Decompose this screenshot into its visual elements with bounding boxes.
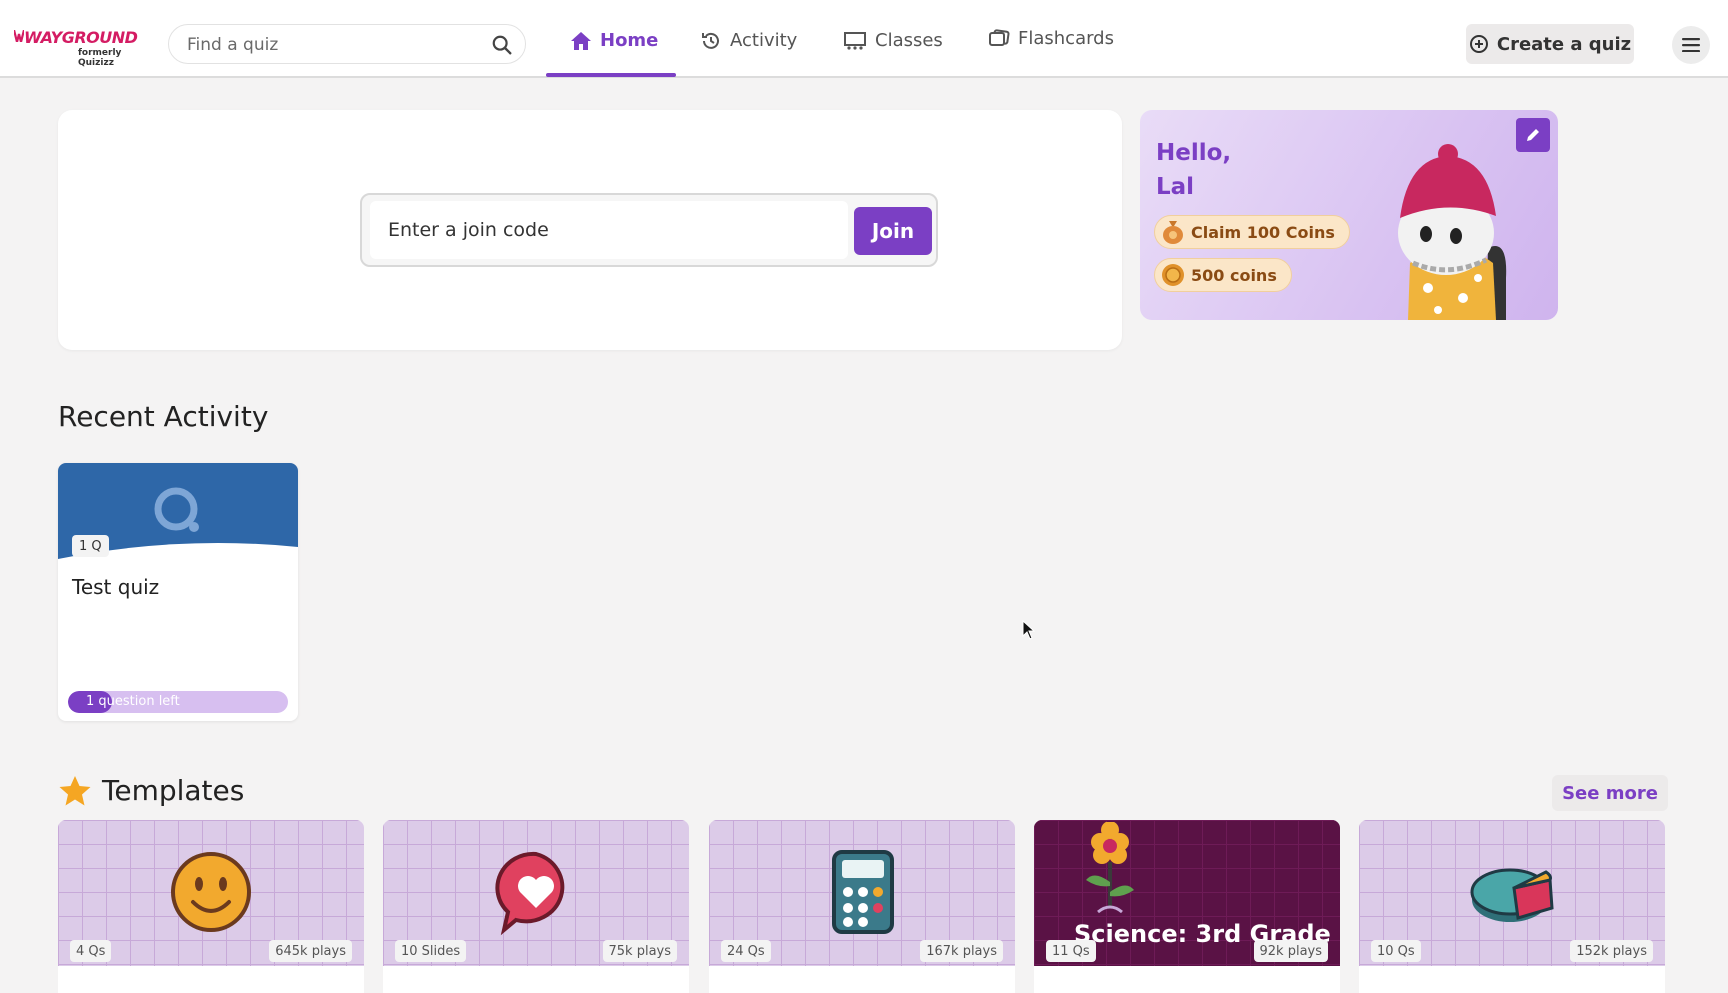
recent-activity-title: Recent Activity [58,400,269,433]
menu-button[interactable] [1672,26,1710,64]
logo-text: WAYGROUND [24,28,138,47]
template-plays-badge: 152k plays [1570,940,1653,962]
tab-activity-label: Activity [730,30,798,51]
see-more-button[interactable]: See more [1552,775,1668,811]
flashcards-icon [989,29,1010,46]
greeting-text: Hello, [1156,140,1232,166]
plus-circle-icon [1469,35,1488,53]
flower-icon [1086,822,1134,914]
template-count-badge: 24 Qs [721,940,771,962]
template-cover: Science: 3rd Grade 11 Qs 92k plays [1034,820,1340,966]
template-card[interactable]: 10 Qs 152k plays [1359,820,1665,993]
calculator-icon [832,850,894,934]
template-count-badge: 4 Qs [70,940,112,962]
logo-subtitle: formerly Quizizz [78,48,122,68]
search-icon[interactable] [491,34,513,56]
template-count-badge: 11 Qs [1046,940,1096,962]
tab-activity[interactable]: Activity [700,26,797,78]
tab-flashcards[interactable]: Flashcards [988,24,1114,76]
template-card[interactable]: 10 Slides 75k plays [383,820,689,993]
create-quiz-label: Create a quiz [1496,33,1632,55]
question-count-badge: 1 Q [72,535,109,557]
logo-mark-icon [14,30,24,42]
template-cover: 10 Slides 75k plays [383,820,689,966]
create-quiz-button[interactable]: Create a quiz [1466,24,1634,64]
quiz-title: Test quiz [72,575,160,599]
coin-balance: 500 coins [1154,258,1292,292]
coin-balance-label: 500 coins [1191,265,1277,285]
claim-coins-label: Claim 100 Coins [1191,222,1335,242]
template-card[interactable]: Science: 3rd Grade 11 Qs 92k plays [1034,820,1340,993]
join-button[interactable]: Join [854,207,932,255]
profile-card: Hello, Lal Claim 100 Coins 500 coins [1140,110,1558,320]
join-code-input[interactable] [370,201,848,259]
active-tab-indicator [546,73,676,77]
template-plays-badge: 75k plays [602,940,677,962]
avatar-illustration [1398,144,1507,320]
template-card[interactable]: 24 Qs 167k plays [709,820,1015,993]
quiz-progress-label: 1 question left [86,694,180,709]
join-code-box: Join [360,193,938,267]
search-input[interactable] [187,34,467,56]
star-icon [59,776,91,806]
quiz-cover: 1 Q [58,463,298,559]
join-card: Join [58,110,1122,350]
claim-coins-button[interactable]: Claim 100 Coins [1154,215,1350,249]
template-card[interactable]: 4 Qs 645k plays [58,820,364,993]
template-cover: 4 Qs 645k plays [58,820,364,966]
template-cover: 10 Qs 152k plays [1359,820,1665,966]
recent-quiz-card[interactable]: 1 Q Test quiz 1 question left [58,463,298,721]
tab-home[interactable]: Home [570,26,658,78]
heart-bubble-icon [495,851,565,936]
template-plays-badge: 92k plays [1253,940,1328,962]
user-name: Lal [1156,174,1195,200]
tab-classes[interactable]: Classes [843,26,943,78]
top-bar: WAYGROUND formerly Quizizz Home Activity… [0,0,1728,78]
template-count-badge: 10 Qs [1371,940,1421,962]
history-icon [702,32,719,49]
smiley-icon [171,852,251,932]
search-bar [168,24,526,64]
template-cover: 24 Qs 167k plays [709,820,1015,966]
templates-title: Templates [102,774,245,807]
template-plays-badge: 167k plays [920,940,1003,962]
tab-classes-label: Classes [875,30,943,51]
logo[interactable]: WAYGROUND formerly Quizizz [14,24,154,68]
tab-flashcards-label: Flashcards [1018,28,1114,49]
quiz-logo-icon [154,487,199,532]
home-icon [571,32,591,50]
template-count-badge: 10 Slides [395,940,467,962]
greeting: Hello, Lal [1156,136,1231,204]
quiz-progress-bar: 1 question left [68,691,288,713]
hamburger-icon [1682,38,1700,52]
tab-home-label: Home [600,30,659,51]
classes-icon [844,32,866,50]
money-bag-icon [1163,221,1183,244]
template-plays-badge: 645k plays [269,940,352,962]
coin-icon [1162,264,1184,286]
mouse-cursor-icon [1022,620,1036,640]
pie-chart-icon [1470,868,1554,922]
